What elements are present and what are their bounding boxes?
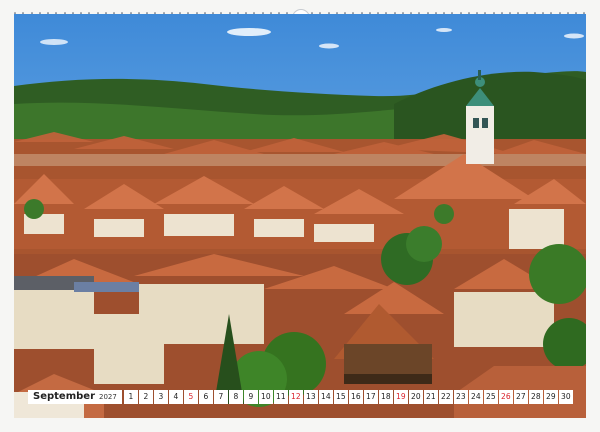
cloud — [40, 39, 68, 45]
day-cell: 13 — [303, 390, 318, 404]
day-cell: 19 — [393, 390, 408, 404]
day-cell: 12 — [288, 390, 303, 404]
day-cell: 17 — [363, 390, 378, 404]
day-cell: 4 — [168, 390, 183, 404]
day-cell: 9 — [243, 390, 258, 404]
cloud — [227, 28, 271, 36]
day-cell: 22 — [438, 390, 453, 404]
church-tower — [466, 106, 494, 164]
day-list: 1 2 3 4 5 6 7 8 9 10 11 12 13 14 15 16 17 18 19 20 21 22 23 24 2… — [123, 390, 573, 404]
day-cell: 23 — [453, 390, 468, 404]
day-cell: 5 — [183, 390, 198, 404]
day-cell: 28 — [528, 390, 543, 404]
day-cell: 16 — [348, 390, 363, 404]
calendar-strip: September 2027 1 2 3 4 5 6 7 8 9 10 11 12 13 14 15 16 17… — [28, 389, 574, 405]
cloud — [319, 43, 339, 49]
day-cell: 10 — [258, 390, 273, 404]
day-cell: 1 — [123, 390, 138, 404]
day-cell: 15 — [333, 390, 348, 404]
month-name: September — [33, 391, 95, 402]
day-cell: 26 — [498, 390, 513, 404]
town-photo-illustration — [14, 14, 586, 418]
day-cell: 25 — [483, 390, 498, 404]
day-cell: 29 — [543, 390, 558, 404]
day-cell: 21 — [423, 390, 438, 404]
month-label: September 2027 — [28, 390, 122, 404]
day-cell: 3 — [153, 390, 168, 404]
day-cell: 18 — [378, 390, 393, 404]
day-cell: 14 — [318, 390, 333, 404]
day-cell: 20 — [408, 390, 423, 404]
day-cell: 2 — [138, 390, 153, 404]
day-cell: 27 — [513, 390, 528, 404]
day-cell: 8 — [228, 390, 243, 404]
day-cell: 11 — [273, 390, 288, 404]
day-cell: 7 — [213, 390, 228, 404]
day-cell: 30 — [558, 390, 573, 404]
day-cell: 6 — [198, 390, 213, 404]
cloud — [436, 28, 452, 32]
calendar-page: September 2027 1 2 3 4 5 6 7 8 9 10 11 12 13 14 15 16 17… — [0, 0, 600, 432]
town-photo — [14, 14, 586, 418]
day-cell: 24 — [468, 390, 483, 404]
year-label: 2027 — [99, 393, 117, 401]
cloud — [564, 33, 584, 39]
